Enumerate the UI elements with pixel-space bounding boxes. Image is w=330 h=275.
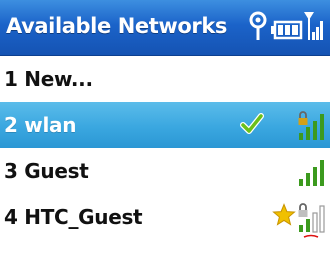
battery-icon [271,20,303,40]
list-item-htc-guest[interactable]: 4 HTC_Guest [0,194,330,240]
star-icon [272,203,296,232]
network-list: 1 New... 2 wlan 3 Guest 4 HTC_Guest [0,56,330,240]
wifi-signal-secured-icon [296,108,326,147]
wifi-signal-secured-icon [296,200,326,245]
wifi-signal-icon [296,154,326,193]
network-label: 1 New... [4,67,93,91]
window-title: Available Networks [6,14,228,38]
available-networks-screen: Available Networks 1 New... 2 wlan 3 Gue… [0,0,330,275]
network-label: 4 HTC_Guest [4,205,143,229]
checkmark-icon [240,113,264,140]
list-item-wlan[interactable]: 2 wlan [0,102,330,148]
network-label: 2 wlan [4,113,77,137]
list-item-new[interactable]: 1 New... [0,56,330,102]
signal-strength-icon [304,12,323,40]
network-label: 3 Guest [4,159,89,183]
status-bar-icons [248,10,326,44]
list-item-guest[interactable]: 3 Guest [0,148,330,194]
title-bar: Available Networks [0,0,330,56]
antenna-icon [249,11,267,40]
